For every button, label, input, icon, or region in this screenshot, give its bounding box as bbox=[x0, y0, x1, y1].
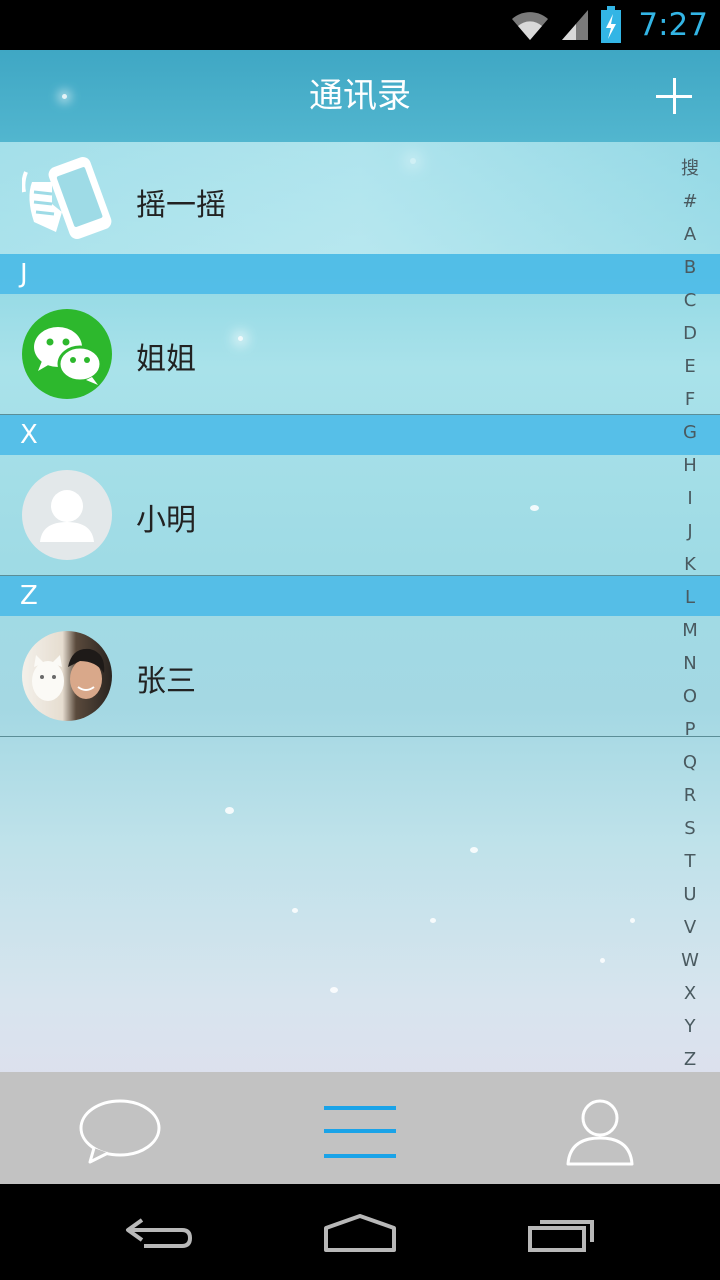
index-letter[interactable]: V bbox=[660, 911, 720, 944]
index-letter[interactable]: F bbox=[660, 383, 720, 416]
contact-name: 姐姐 bbox=[136, 342, 196, 377]
index-letter[interactable]: B bbox=[660, 251, 720, 284]
phone-screen: 7:27 通讯录 摇一摇 J 姐姐 X 小明 Z 张三 搜 # A B C D … bbox=[0, 0, 720, 1280]
index-letter[interactable]: 搜 bbox=[660, 152, 720, 185]
index-letter[interactable]: K bbox=[660, 548, 720, 581]
index-letter[interactable]: D bbox=[660, 317, 720, 350]
index-letter[interactable]: G bbox=[660, 416, 720, 449]
contact-name: 小明 bbox=[136, 503, 196, 538]
sparkle bbox=[630, 918, 635, 923]
profile-icon bbox=[566, 1099, 634, 1166]
title-bar: 通讯录 bbox=[0, 50, 720, 142]
section-header-z: Z bbox=[0, 576, 720, 616]
recent-apps-icon[interactable] bbox=[526, 1214, 598, 1254]
index-letter[interactable]: T bbox=[660, 845, 720, 878]
index-letter[interactable]: J bbox=[660, 515, 720, 548]
status-icons: 7:27 bbox=[510, 0, 708, 50]
person-icon bbox=[40, 490, 94, 542]
wifi-icon bbox=[512, 12, 549, 40]
section-header-j: J bbox=[0, 254, 720, 294]
contact-row[interactable]: 张三 bbox=[0, 616, 720, 737]
index-letter[interactable]: H bbox=[660, 449, 720, 482]
contacts-screen: 通讯录 摇一摇 J 姐姐 X 小明 Z 张三 搜 # A B C D E F G… bbox=[0, 50, 720, 1184]
cat-and-person-photo bbox=[32, 648, 105, 701]
tab-contacts[interactable] bbox=[300, 1072, 420, 1184]
index-letter[interactable]: S bbox=[660, 812, 720, 845]
shake-label: 摇一摇 bbox=[136, 188, 226, 223]
contact-row[interactable]: 小明 bbox=[0, 455, 720, 576]
index-letter[interactable]: M bbox=[660, 614, 720, 647]
status-bar: 7:27 bbox=[0, 0, 720, 50]
index-letter[interactable]: X bbox=[660, 977, 720, 1010]
system-nav-bar bbox=[0, 1184, 720, 1280]
page-title: 通讯录 bbox=[309, 76, 411, 116]
sparkle bbox=[225, 807, 234, 814]
index-letter[interactable]: E bbox=[660, 350, 720, 383]
section-header-x: X bbox=[0, 415, 720, 455]
index-letter[interactable]: R bbox=[660, 779, 720, 812]
sparkle bbox=[600, 958, 605, 963]
index-letter[interactable]: P bbox=[660, 713, 720, 746]
index-letter[interactable]: N bbox=[660, 647, 720, 680]
index-letter[interactable]: U bbox=[660, 878, 720, 911]
contact-row[interactable]: 姐姐 bbox=[0, 294, 720, 415]
contacts-list-icon bbox=[324, 1106, 396, 1158]
home-icon[interactable] bbox=[322, 1212, 398, 1254]
chat-bubble-icon bbox=[79, 1099, 161, 1164]
add-contact-button[interactable] bbox=[656, 78, 692, 114]
index-letter[interactable]: Q bbox=[660, 746, 720, 779]
index-letter[interactable]: A bbox=[660, 218, 720, 251]
wechat-avatar bbox=[22, 309, 112, 399]
sparkle bbox=[330, 987, 338, 993]
contact-name: 张三 bbox=[136, 664, 196, 699]
index-letter[interactable]: W bbox=[660, 944, 720, 977]
index-letter[interactable]: L bbox=[660, 581, 720, 614]
tab-chats[interactable] bbox=[60, 1072, 180, 1184]
index-letter[interactable]: # bbox=[660, 185, 720, 218]
shake-phone-icon bbox=[22, 157, 112, 239]
index-letter[interactable]: I bbox=[660, 482, 720, 515]
default-person-avatar bbox=[22, 470, 112, 560]
wechat-icon bbox=[34, 327, 103, 385]
signal-icon bbox=[562, 10, 589, 40]
index-letter[interactable]: O bbox=[660, 680, 720, 713]
tab-profile[interactable] bbox=[540, 1072, 660, 1184]
status-time: 7:27 bbox=[638, 7, 708, 43]
index-letter[interactable]: C bbox=[660, 284, 720, 317]
index-letter[interactable]: Y bbox=[660, 1010, 720, 1043]
battery-charging-icon bbox=[601, 6, 622, 43]
sparkle bbox=[430, 918, 436, 923]
back-icon[interactable] bbox=[124, 1216, 194, 1252]
sparkle bbox=[292, 908, 298, 913]
sparkle bbox=[470, 847, 478, 853]
photo-avatar bbox=[22, 631, 112, 721]
bottom-tab-bar bbox=[0, 1072, 720, 1184]
alphabet-index-bar[interactable]: 搜 # A B C D E F G H I J K L M N O P Q R S T U V W X Y Z bbox=[660, 152, 720, 1076]
shake-item[interactable]: 摇一摇 bbox=[0, 142, 720, 254]
